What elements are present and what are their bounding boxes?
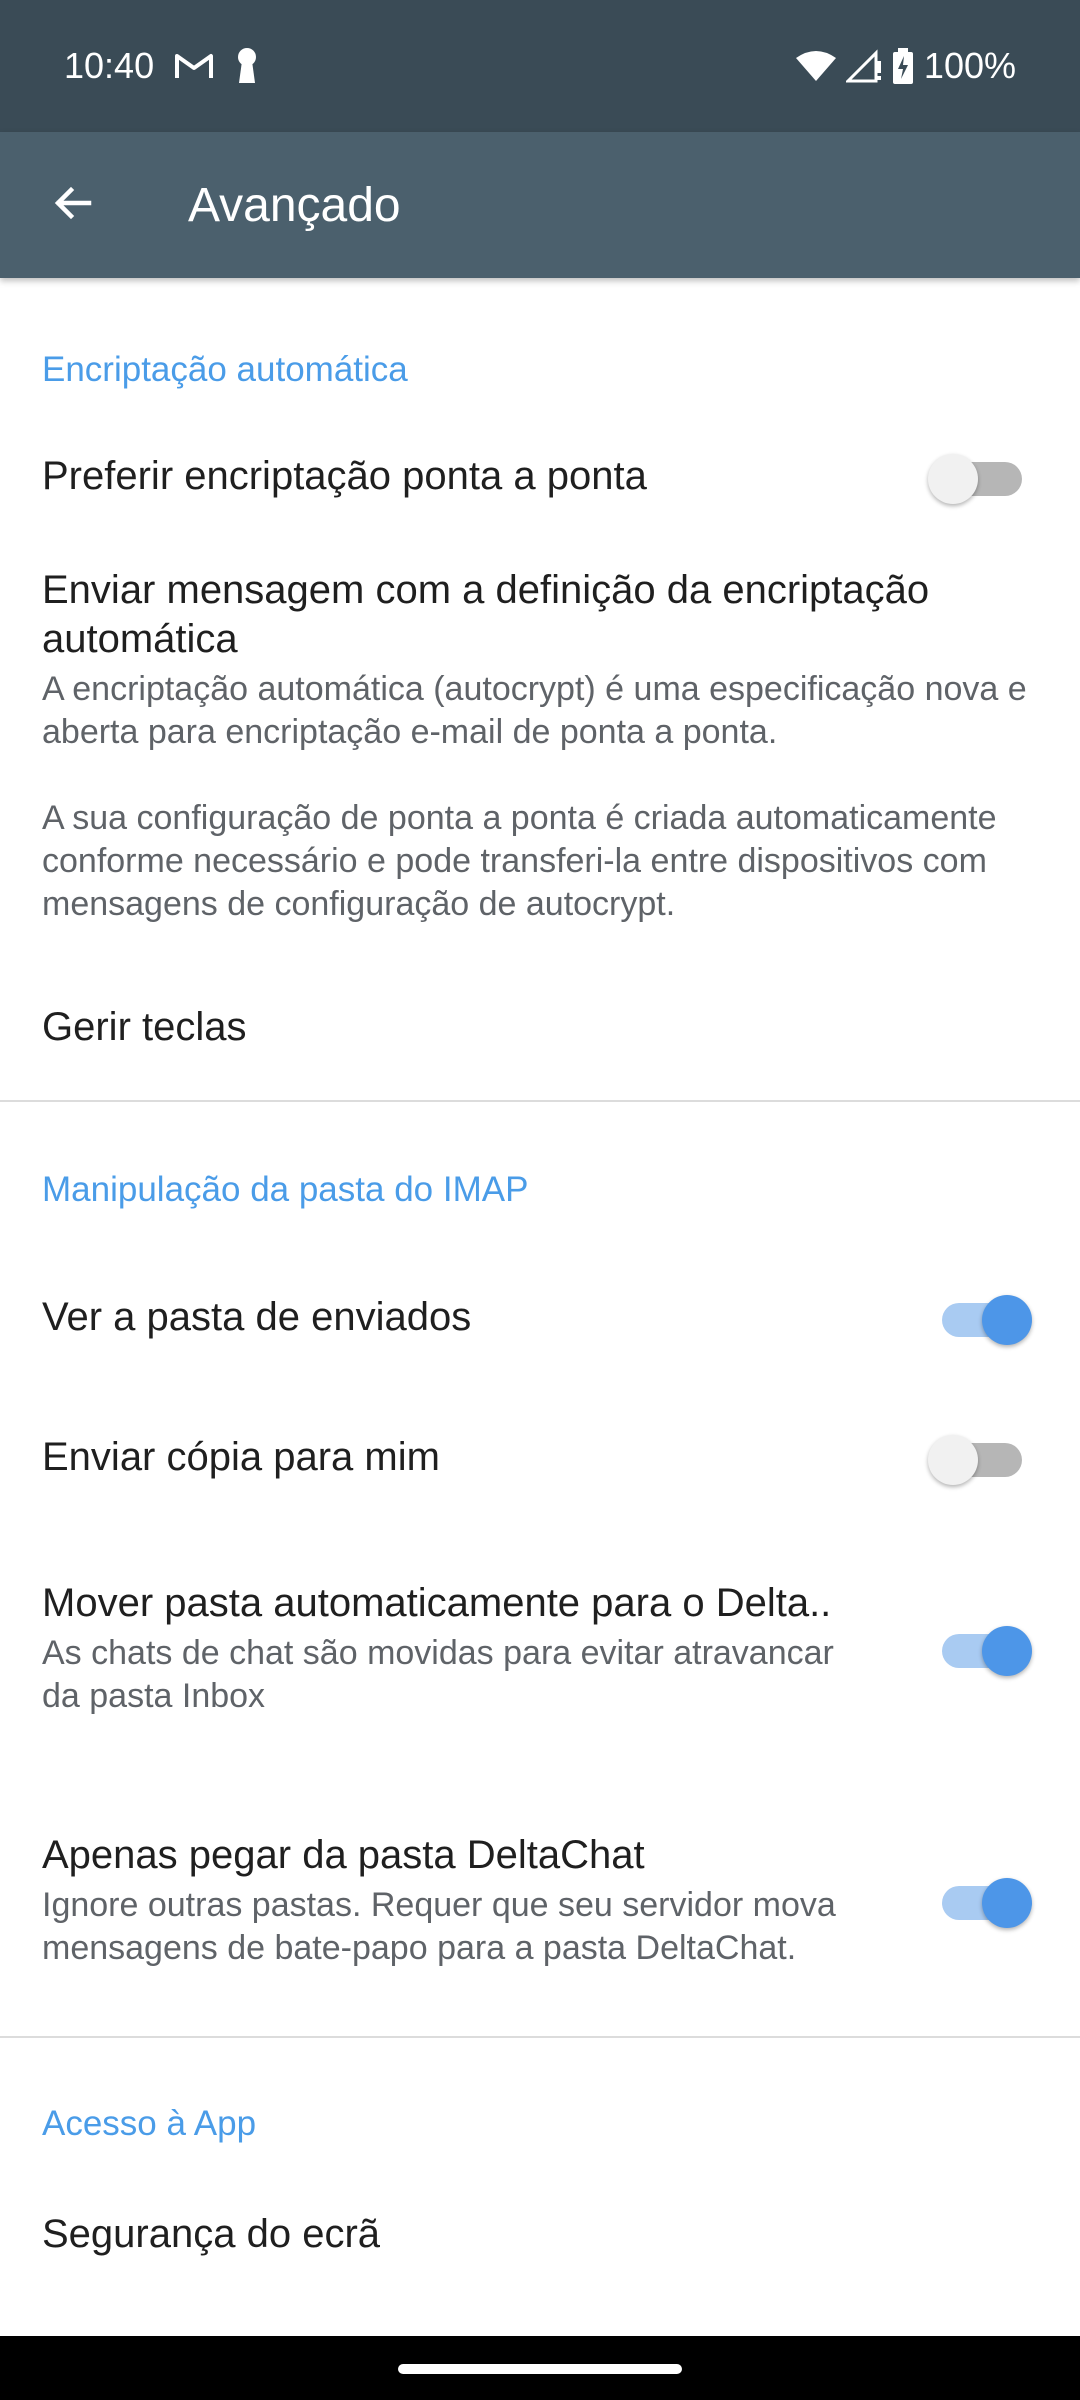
pref-manage-keys[interactable]: Gerir teclas bbox=[0, 954, 1080, 1100]
pref-screen-security[interactable]: Segurança do ecrã bbox=[0, 2180, 1080, 2310]
section-header-imap: Manipulação da pasta do IMAP bbox=[42, 1170, 529, 1209]
prefer-e2e-switch[interactable] bbox=[928, 446, 1038, 506]
switch-thumb bbox=[982, 1626, 1032, 1676]
pref-title: Apenas pegar da pasta DeltaChat bbox=[42, 1832, 645, 1877]
status-time: 10:40 bbox=[64, 45, 155, 86]
pref-title: Preferir encriptação ponta a ponta bbox=[42, 453, 647, 498]
pref-watch-sent-folder[interactable]: Ver a pasta de enviados bbox=[0, 1252, 1080, 1382]
app-bar: Avançado bbox=[0, 132, 1080, 278]
pref-send-autocrypt-setup[interactable]: Enviar mensagem com a definição da encri… bbox=[0, 544, 1080, 954]
switch-thumb bbox=[928, 1435, 978, 1485]
wifi-icon bbox=[795, 50, 836, 82]
pref-title: Enviar mensagem com a definição da encri… bbox=[42, 568, 930, 661]
watch-sent-switch[interactable] bbox=[928, 1287, 1038, 1347]
pref-title: Segurança do ecrã bbox=[42, 2212, 381, 2256]
arrow-back-icon bbox=[49, 179, 97, 232]
pref-summary: A encriptação automática (autocrypt) é u… bbox=[42, 670, 1027, 923]
send-copy-switch[interactable] bbox=[928, 1427, 1038, 1487]
pref-title: Gerir teclas bbox=[42, 1004, 247, 1049]
section-header-autocrypt: Encriptação automática bbox=[42, 350, 408, 389]
pref-summary: As chats de chat são movidas para evitar… bbox=[42, 1633, 834, 1715]
keyhole-icon bbox=[234, 47, 260, 85]
settings-list[interactable]: Encriptação automática Preferir encripta… bbox=[0, 278, 1080, 2336]
pref-move-automatically[interactable]: Mover pasta automaticamente para o Delta… bbox=[0, 1532, 1080, 1764]
section-header-app-access: Acesso à App bbox=[42, 2104, 257, 2143]
move-automatically-switch[interactable] bbox=[928, 1618, 1038, 1678]
switch-thumb bbox=[928, 454, 978, 504]
pref-prefer-e2e[interactable]: Preferir encriptação ponta a ponta bbox=[0, 408, 1080, 544]
pref-title: Ver a pasta de enviados bbox=[42, 1294, 472, 1339]
signal-icon bbox=[845, 49, 882, 83]
gmail-icon bbox=[174, 51, 214, 81]
back-button[interactable] bbox=[0, 132, 146, 278]
battery-charging-icon bbox=[892, 48, 914, 84]
page-title: Avançado bbox=[188, 178, 401, 232]
only-fetch-deltachat-switch[interactable] bbox=[928, 1870, 1038, 1930]
switch-thumb bbox=[982, 1295, 1032, 1345]
pref-title: Mover pasta automaticamente para o Delta… bbox=[42, 1580, 832, 1625]
pref-title: Enviar cópia para mim bbox=[42, 1434, 440, 1479]
pref-summary: Ignore outras pastas. Requer que seu ser… bbox=[42, 1885, 836, 1967]
switch-thumb bbox=[982, 1878, 1032, 1928]
status-bar: 10:40 100% bbox=[0, 0, 1080, 132]
navigation-bar bbox=[0, 2336, 1080, 2400]
home-gesture-handle[interactable] bbox=[398, 2364, 682, 2374]
pref-only-fetch-deltachat[interactable]: Apenas pegar da pasta DeltaChat Ignore o… bbox=[0, 1764, 1080, 2036]
pref-send-copy-to-self[interactable]: Enviar cópia para mim bbox=[0, 1382, 1080, 1532]
battery-percent: 100% bbox=[923, 45, 1016, 86]
